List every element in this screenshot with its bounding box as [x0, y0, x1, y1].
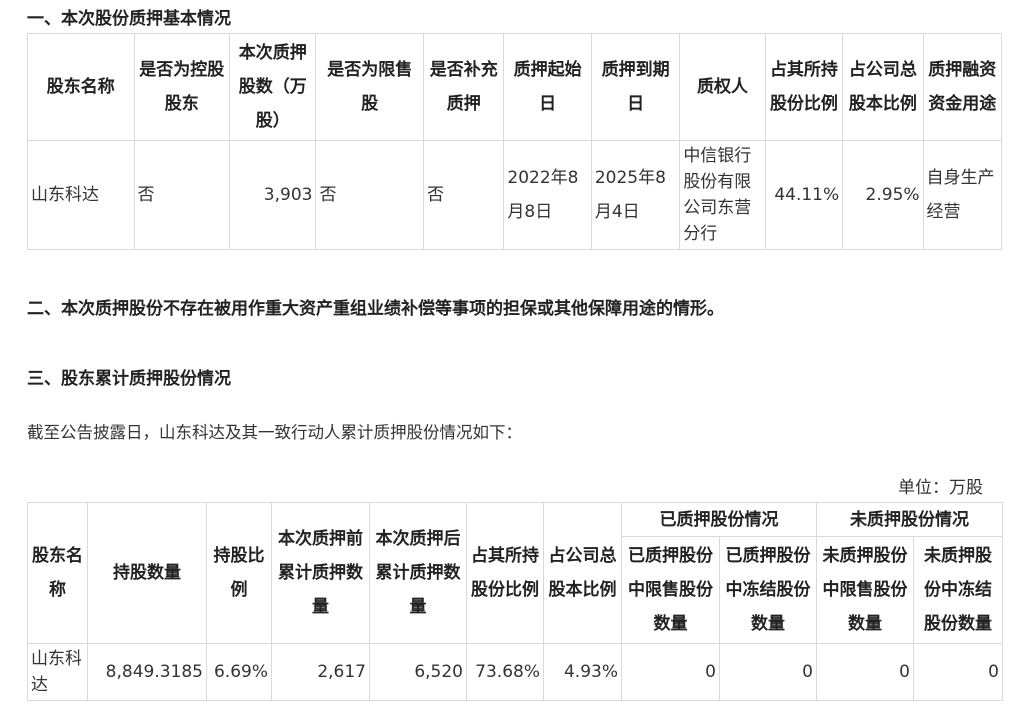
cell-pledged-restricted: 0	[621, 643, 720, 701]
header-ratio-total: 占公司总股本比例	[842, 33, 924, 141]
cell-holding-ratio: 6.69%	[206, 643, 272, 701]
cell-shareholder-name: 山东科达	[27, 643, 88, 701]
header-pledged-restricted: 已质押股份中限售股份数量	[621, 536, 720, 644]
table-header-row: 股东名称 是否为控股股东 本次质押股数（万股） 是否为限售股 是否补充质押 质押…	[27, 33, 1003, 141]
header-shares-held: 持股数量	[87, 502, 207, 644]
table-header-row: 股东名称 持股数量 持股比例 本次质押前累计质押数量 本次质押后累计质押数量 占…	[27, 502, 1003, 644]
table-row: 山东科达 否 3,903 否 否 2022年8月8日 2025年8月4日 中信银…	[27, 140, 1003, 250]
header-is-supplementary: 是否补充质押	[423, 33, 505, 141]
cell-pledged-frozen: 0	[719, 643, 817, 701]
cell-start-date: 2022年8月8日	[503, 140, 592, 250]
cell-ratio-total: 2.95%	[842, 140, 924, 250]
section-3-title: 三、股东累计质押股份情况	[27, 369, 231, 389]
cell-after-pledge: 6,520	[369, 643, 467, 701]
cell-ratio-held: 44.11%	[764, 140, 844, 250]
header-ratio-held: 占其所持股份比例	[764, 33, 844, 141]
cell-fund-use: 自身生产经营	[922, 140, 1003, 250]
header-pledged-shares: 本次质押股数（万股）	[229, 33, 317, 141]
cell-shareholder-name: 山东科达	[27, 140, 135, 250]
header-unpledged-restricted: 未质押股份中限售股份数量	[816, 536, 914, 644]
header-shareholder-name: 股东名称	[27, 502, 88, 644]
header-ratio-total: 占公司总股本比例	[543, 502, 622, 644]
header-end-date: 质押到期日	[590, 33, 681, 141]
unit-label: 单位：万股	[898, 478, 983, 498]
header-unpledged-frozen: 未质押股份中冻结股份数量	[913, 536, 1003, 644]
cell-is-controlling: 否	[133, 140, 231, 250]
cell-ratio-held: 73.68%	[466, 643, 544, 701]
header-shareholder-name: 股东名称	[27, 33, 135, 141]
header-after-pledge: 本次质押后累计质押数量	[369, 502, 467, 644]
header-is-controlling: 是否为控股股东	[133, 33, 231, 141]
header-group-pledged: 已质押股份情况	[621, 502, 817, 537]
section-2-title: 二、本次质押股份不存在被用作重大资产重组业绩补偿等事项的担保或其他保障用途的情形…	[27, 299, 724, 319]
pledge-basic-table: 股东名称 是否为控股股东 本次质押股数（万股） 是否为限售股 是否补充质押 质押…	[27, 33, 1003, 250]
cell-before-pledge: 2,617	[271, 643, 370, 701]
section-1-title: 一、本次股份质押基本情况	[27, 9, 231, 29]
header-is-restricted: 是否为限售股	[315, 33, 425, 141]
header-pledgee: 质权人	[679, 33, 766, 141]
section-3-intro: 截至公告披露日，山东科达及其一致行动人累计质押股份情况如下：	[27, 423, 522, 442]
cell-end-date: 2025年8月4日	[590, 140, 681, 250]
cell-unpledged-frozen: 0	[913, 643, 1003, 701]
cell-is-restricted: 否	[315, 140, 425, 250]
cell-is-supplementary: 否	[423, 140, 505, 250]
cell-shares-held: 8,849.3185	[87, 643, 207, 701]
header-before-pledge: 本次质押前累计质押数量	[271, 502, 370, 644]
header-ratio-held: 占其所持股份比例	[466, 502, 544, 644]
cumulative-pledge-table: 股东名称 持股数量 持股比例 本次质押前累计质押数量 本次质押后累计质押数量 占…	[27, 502, 1003, 701]
header-fund-use: 质押融资资金用途	[922, 33, 1003, 141]
table-row: 山东科达 8,849.3185 6.69% 2,617 6,520 73.68%…	[27, 643, 1003, 701]
header-group-unpledged: 未质押股份情况	[816, 502, 1003, 537]
cell-ratio-total: 4.93%	[543, 643, 622, 701]
cell-pledged-shares: 3,903	[229, 140, 317, 250]
header-start-date: 质押起始日	[503, 33, 592, 141]
cell-unpledged-restricted: 0	[816, 643, 914, 701]
header-holding-ratio: 持股比例	[206, 502, 272, 644]
header-pledged-frozen: 已质押股份中冻结股份数量	[719, 536, 817, 644]
cell-pledgee: 中信银行股份有限公司东营分行	[679, 140, 766, 250]
